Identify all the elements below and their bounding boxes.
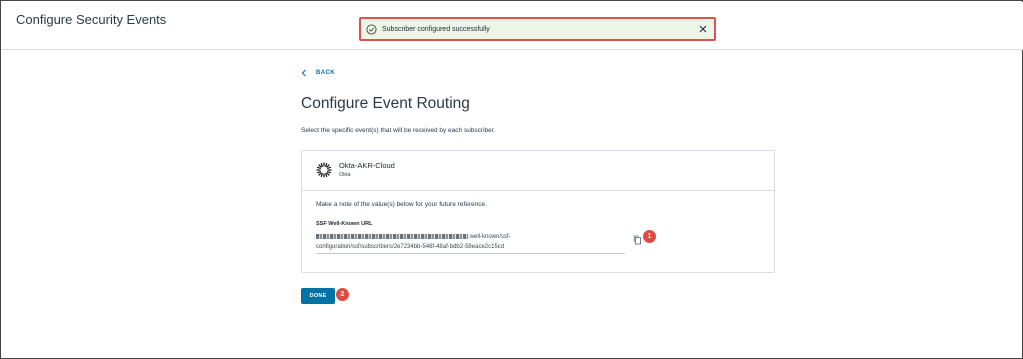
app-frame: Configure Security Events Subscriber con… [0,0,1023,359]
copy-icon[interactable] [633,232,642,245]
subscriber-name: Okta-AKR-Cloud [339,161,395,170]
back-label: BACK [316,70,335,76]
close-icon[interactable] [696,22,710,36]
chevron-left-icon [301,69,309,77]
back-link[interactable]: BACK [301,69,335,77]
check-circle-icon [365,23,377,35]
page-title: Configure Event Routing [301,95,470,112]
url-line-2: configuration/ssf/subscribers/2e7234bb-5… [316,244,505,250]
subscriber-card: Okta-AKR-Cloud Okta Make a note of the v… [301,150,775,273]
toast-message: Subscriber configured successfully [382,25,490,33]
redacted-text [316,233,468,239]
success-toast: Subscriber configured successfully [361,19,714,39]
page-subtitle: Select the specific event(s) that will b… [301,127,496,134]
url-line-1: .well-known/ssf- [316,232,625,242]
url-line-1-text: .well-known/ssf- [468,234,511,240]
okta-logo-icon [316,162,332,178]
subscriber-header: Okta-AKR-Cloud Okta [302,151,774,191]
annotation-badge-2: 2 [336,288,349,301]
subscriber-type: Okta [339,172,351,178]
ssf-url-field[interactable]: .well-known/ssf- configuration/ssf/subsc… [316,232,625,254]
done-button[interactable]: DONE [301,288,335,304]
reference-note: Make a note of the value(s) below for yo… [316,201,487,208]
url-label: SSF Well-Known URL [316,221,373,227]
annotation-badge-1: 1 [643,230,656,243]
app-title: Configure Security Events [16,12,167,27]
